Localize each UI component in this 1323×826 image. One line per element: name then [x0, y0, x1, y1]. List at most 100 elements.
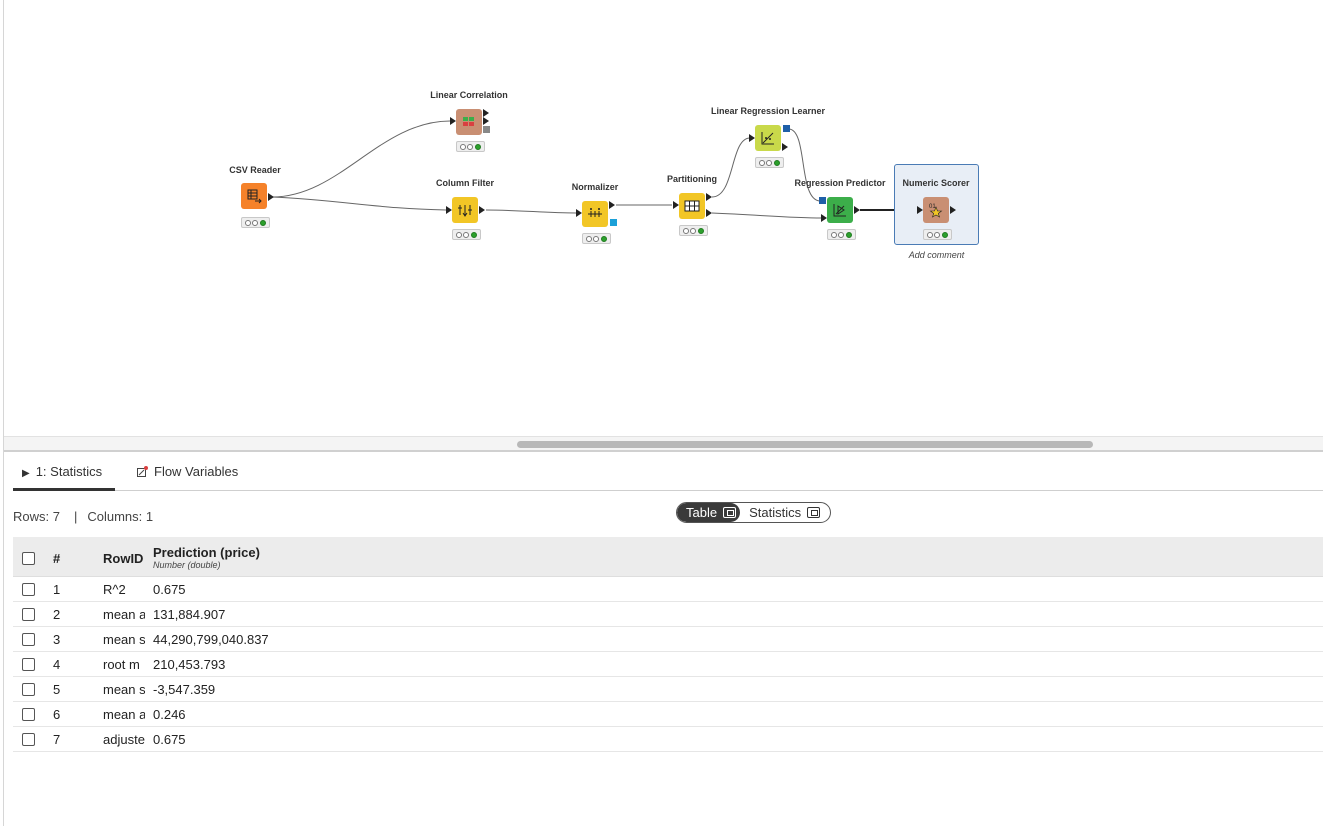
node-csv-reader[interactable]: CSV Reader	[210, 165, 300, 228]
output-tabs: ▶ 1: Statistics Flow Variables	[13, 455, 1323, 491]
row-id: mean a	[103, 607, 145, 622]
table-row[interactable]: 3 mean s 44,290,799,040.837	[13, 627, 1323, 652]
input-port[interactable]	[446, 206, 452, 214]
view-toggle: Table Statistics	[676, 502, 831, 523]
status-lights	[582, 233, 611, 244]
tab-statistics[interactable]: ▶ 1: Statistics	[13, 455, 115, 491]
status-lights	[241, 217, 270, 228]
table-row[interactable]: 1 R^2 0.675	[13, 577, 1323, 602]
toggle-table-label: Table	[686, 505, 718, 520]
header-column-type: Number (double)	[153, 560, 221, 570]
table-row[interactable]: 7 adjuste 0.675	[13, 727, 1323, 752]
row-checkbox[interactable]	[22, 633, 35, 646]
toggle-statistics-label: Statistics	[749, 505, 802, 520]
table-header: # RowID Prediction (price) Number (doubl…	[13, 537, 1323, 577]
node-linear-correlation[interactable]: Linear Correlation	[424, 90, 514, 152]
scorer-icon: 01	[923, 197, 949, 223]
input-port[interactable]	[749, 134, 755, 142]
input-port-model[interactable]	[819, 197, 826, 204]
normalizer-icon	[582, 201, 608, 227]
output-port[interactable]	[782, 143, 788, 151]
node-label: Linear Regression Learner	[710, 106, 826, 116]
node-linear-regression-learner[interactable]: Linear Regression Learner	[711, 106, 825, 168]
table-row[interactable]: 6 mean a 0.246	[13, 702, 1323, 727]
node-label: Regression Predictor	[794, 178, 886, 188]
row-checkbox[interactable]	[22, 733, 35, 746]
table-dimensions: Rows: 7 | Columns: 1	[13, 509, 153, 524]
output-port[interactable]	[854, 206, 860, 214]
node-label: Linear Correlation	[430, 90, 508, 100]
table-row[interactable]: 2 mean a 131,884.907	[13, 602, 1323, 627]
output-port[interactable]	[950, 206, 956, 214]
toggle-table[interactable]: Table	[677, 503, 741, 522]
row-checkbox[interactable]	[22, 583, 35, 596]
output-port[interactable]	[706, 193, 712, 201]
row-id: adjuste	[103, 732, 145, 747]
row-number: 1	[53, 582, 61, 597]
output-port[interactable]	[483, 109, 489, 117]
status-lights	[679, 225, 708, 236]
table-row[interactable]: 4 root m 210,453.793	[13, 652, 1323, 677]
output-port[interactable]	[609, 201, 615, 209]
table-body: 1 R^2 0.675 2 mean a 131,884.907 3 mean s 44,2…	[13, 577, 1323, 752]
row-value: 210,453.793	[153, 657, 226, 672]
node-label: Column Filter	[436, 178, 494, 188]
node-normalizer[interactable]: Normalizer	[550, 182, 640, 244]
output-port-view[interactable]	[483, 126, 490, 133]
output-port[interactable]	[479, 206, 485, 214]
row-id: mean s	[103, 682, 145, 697]
input-port[interactable]	[821, 214, 827, 222]
toggle-statistics[interactable]: Statistics	[740, 503, 824, 522]
row-number: 2	[53, 607, 61, 622]
row-checkbox[interactable]	[22, 658, 35, 671]
row-value: 0.675	[153, 732, 186, 747]
table-row[interactable]: 5 mean s -3,547.359	[13, 677, 1323, 702]
header-prediction-price[interactable]: Prediction (price)	[153, 545, 260, 560]
add-comment-link[interactable]: Add comment	[894, 250, 979, 260]
output-port[interactable]	[706, 209, 712, 217]
row-number: 6	[53, 707, 61, 722]
row-value: 0.246	[153, 707, 186, 722]
input-port[interactable]	[673, 201, 679, 209]
node-label: CSV Reader	[229, 165, 281, 175]
output-port[interactable]	[268, 193, 274, 201]
tab-label: Flow Variables	[154, 464, 239, 479]
row-id: R^2	[103, 582, 126, 597]
row-checkbox[interactable]	[22, 708, 35, 721]
tab-label: 1: Statistics	[35, 464, 103, 479]
canvas-horizontal-scrollbar[interactable]	[4, 436, 1323, 450]
header-rowid[interactable]: RowID	[103, 551, 143, 566]
row-checkbox[interactable]	[22, 683, 35, 696]
status-lights	[452, 229, 481, 240]
row-number: 4	[53, 657, 61, 672]
input-port[interactable]	[917, 206, 923, 214]
input-port[interactable]	[450, 117, 456, 125]
rows-count: Rows: 7	[13, 509, 60, 524]
row-value: 0.675	[153, 582, 186, 597]
scrollbar-thumb[interactable]	[517, 441, 1093, 448]
row-checkbox[interactable]	[22, 608, 35, 621]
correlation-matrix-icon	[456, 109, 482, 135]
output-port-model[interactable]	[610, 219, 617, 226]
node-partitioning[interactable]: Partitioning	[647, 174, 737, 236]
play-icon: ▶	[22, 468, 30, 479]
column-filter-icon	[452, 197, 478, 223]
header-row-number: #	[53, 551, 61, 566]
node-regression-predictor[interactable]: Regression Predictor	[794, 178, 886, 240]
select-all-checkbox[interactable]	[22, 552, 35, 565]
row-number: 7	[53, 732, 61, 747]
statistics-table: # RowID Prediction (price) Number (doubl…	[13, 537, 1323, 752]
node-column-filter[interactable]: Column Filter	[420, 178, 510, 240]
status-lights	[456, 141, 485, 152]
status-lights	[755, 157, 784, 168]
output-port[interactable]	[483, 117, 489, 125]
open-window-icon[interactable]	[807, 507, 821, 518]
node-label: Normalizer	[571, 182, 619, 192]
open-window-icon[interactable]	[723, 507, 737, 518]
node-numeric-scorer[interactable]: Numeric Scorer 01	[891, 178, 981, 240]
panel-splitter[interactable]	[4, 450, 1323, 452]
output-port-model[interactable]	[783, 125, 790, 132]
workflow-canvas[interactable]: Add comment CSV Reader Linear Correlatio…	[4, 0, 1323, 436]
tab-flow-variables[interactable]: Flow Variables	[137, 455, 267, 491]
input-port[interactable]	[576, 209, 582, 217]
